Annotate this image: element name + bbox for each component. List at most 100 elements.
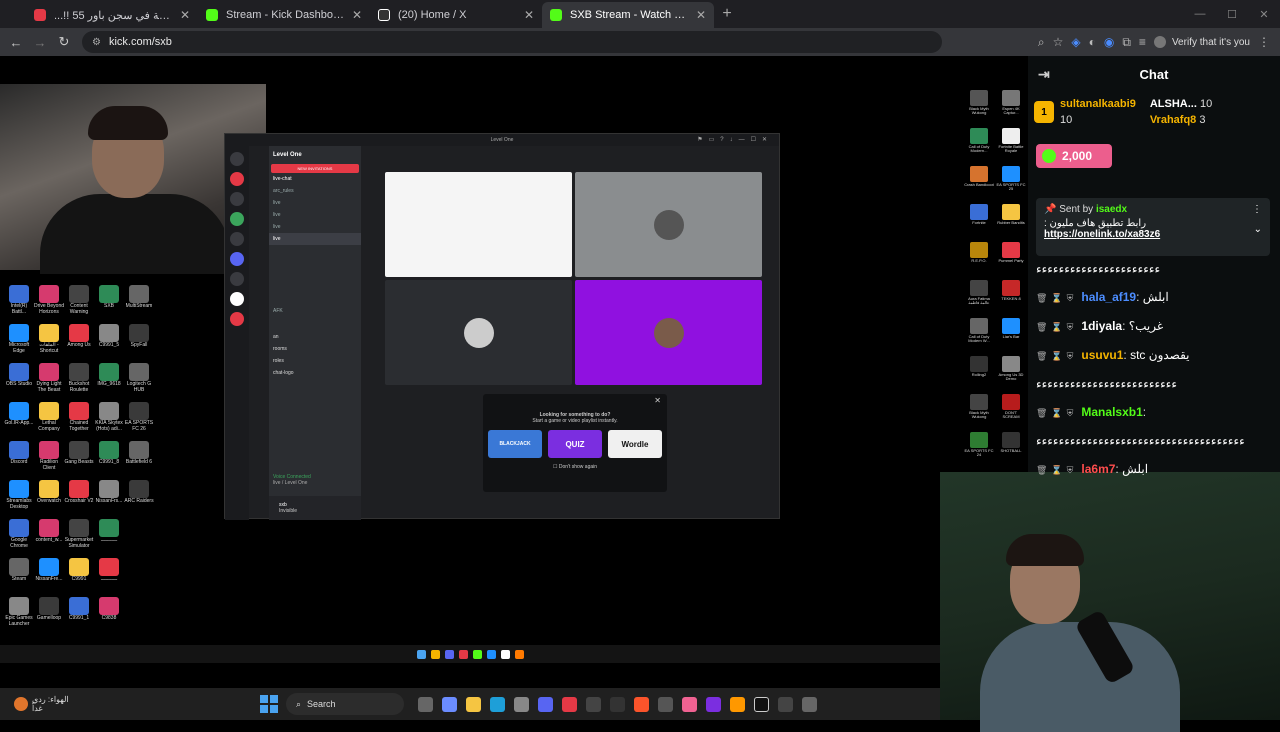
desktop-icon[interactable]: Logitech G HUB (124, 363, 154, 393)
extension-icon[interactable]: ◈ (1071, 35, 1080, 49)
tiktok-icon[interactable] (754, 696, 769, 712)
desktop-icon[interactable]: Espen 4K Captur... (996, 90, 1026, 116)
profile-button[interactable]: Verify that it's you (1153, 36, 1250, 48)
close-icon[interactable]: ✕ (1248, 0, 1280, 28)
maximize-icon[interactable]: ☐ (1216, 0, 1248, 28)
chat-message[interactable]: ءءءءءءءءءءءءءءءءءءءءءءءءءءءءءءءءءءءءء (1036, 434, 1274, 448)
chat-username[interactable]: 1diyala (1081, 319, 1122, 333)
site-info-icon[interactable]: ⚙ (92, 37, 101, 48)
gifter[interactable]: Vrahafq8 3 (1150, 112, 1212, 128)
app-icon[interactable] (486, 649, 496, 659)
channel-item[interactable]: roles (269, 355, 361, 367)
extension-icon[interactable]: ◉ (1104, 35, 1114, 49)
desktop-icon[interactable]: Among Us (64, 324, 94, 349)
server-icon[interactable] (230, 172, 244, 186)
pinned-message[interactable]: 📌 Sent by isaedx رابط تطبيق هاف مليون : … (1036, 198, 1270, 256)
desktop-icon[interactable]: Fortnite (964, 204, 994, 225)
desktop-icon[interactable]: OBS Studio (4, 363, 34, 388)
desktop-icon[interactable]: Dying Light The Beast (34, 363, 64, 393)
reload-icon[interactable]: ↻ (52, 34, 76, 50)
channel-item[interactable]: arc_rules (269, 185, 361, 197)
app-icon[interactable] (444, 649, 454, 659)
close-tab-icon[interactable]: ✕ (696, 8, 706, 22)
copilot-icon[interactable] (442, 696, 457, 712)
channel-item[interactable]: chat-logo (269, 367, 361, 379)
close-tab-icon[interactable]: ✕ (180, 8, 190, 22)
close-tab-icon[interactable]: ✕ (352, 8, 362, 22)
desktop-icon[interactable]: ـــــــــــ (94, 558, 124, 583)
chat-username[interactable]: Manalsxb1 (1081, 405, 1142, 419)
game-card[interactable]: BLACKJACK (488, 430, 542, 458)
windows-start-icon[interactable] (260, 695, 278, 713)
new-invitations-button[interactable]: NEW INVITATIONS (271, 164, 359, 173)
server-icon[interactable] (230, 252, 244, 266)
mod-tools-icon[interactable]: 🗑⌛⛨ (1036, 408, 1077, 418)
file-explorer-icon[interactable] (466, 696, 481, 712)
pinned-link[interactable]: https://onelink.to/xa83z6 (1044, 229, 1262, 240)
chat-message[interactable]: 🗑⌛⛨ hala_af19: ابلش (1036, 290, 1274, 305)
desktop-icon[interactable]: Epic Games Launcher (4, 597, 34, 627)
app-icon[interactable] (682, 696, 697, 712)
desktop-icon[interactable]: Black Myth Wukong (964, 90, 994, 116)
desktop-icon[interactable]: Call of Duty Modern... (964, 128, 994, 154)
desktop-icon[interactable]: C9991_8 (94, 441, 124, 466)
chat-message[interactable]: ءءءءءءءءءءءءءءءءءءءءءء (1036, 262, 1274, 276)
desktop-icon[interactable]: Gol.IR-App... (4, 402, 34, 427)
channel-item[interactable]: an (269, 331, 361, 343)
desktop-icon[interactable]: Rubber Bandits (996, 204, 1026, 225)
forward-icon[interactable]: → (28, 35, 52, 50)
chat-username[interactable]: usuvu1 (1081, 348, 1123, 362)
desktop-icon[interactable]: Radilion Client (34, 441, 64, 471)
game-card[interactable]: Wordle (608, 430, 662, 458)
app-icon[interactable] (416, 649, 426, 659)
desktop-icon[interactable]: Content Warning (64, 285, 94, 315)
desktop-icon[interactable]: C9991_1 (64, 597, 94, 622)
obs-icon[interactable] (586, 696, 601, 712)
desktop-icon[interactable]: Google Chrome (4, 519, 34, 549)
desktop-icon[interactable]: Discord (4, 441, 34, 466)
desktop-icon[interactable]: EA SPORTS FC 26 (124, 402, 154, 432)
collapse-chat-icon[interactable]: ⇥ (1038, 66, 1050, 83)
bookmark-star-icon[interactable]: ☆ (1053, 35, 1064, 49)
channel-item[interactable]: rooms (269, 343, 361, 355)
menu-icon[interactable]: ⋮ (1258, 35, 1270, 49)
desktop-icon[interactable]: Battlefield 6 (124, 441, 154, 466)
video-tile[interactable] (575, 280, 762, 385)
server-icon[interactable] (230, 192, 244, 206)
store-icon[interactable] (514, 696, 529, 712)
browser-tab-active[interactable]: SXB Stream - Watch Live on Kick ✕ (542, 2, 714, 28)
more-icon[interactable]: ⋮ (1252, 204, 1262, 215)
app-icon[interactable] (514, 649, 524, 659)
desktop-icon[interactable]: Chained Together (64, 402, 94, 432)
desktop-icon[interactable]: Aura Fatima عالمة فاطمة (964, 280, 994, 306)
desktop-icon[interactable]: DON'T SCREAM (996, 394, 1026, 420)
chat-username[interactable]: la6m7 (1081, 462, 1115, 476)
gifter[interactable]: sultanalkaabi9 10 (1060, 96, 1136, 128)
desktop-icon[interactable]: Intel(R) Battl... (4, 285, 34, 315)
desktop-icon[interactable]: NissanFrs... (94, 480, 124, 505)
extension-icon[interactable]: ◐ (1089, 35, 1096, 49)
kicks-button[interactable]: 2,000 (1036, 144, 1112, 168)
chat-message[interactable]: 🗑⌛⛨ la6m7: ابلش (1036, 462, 1274, 477)
brave-icon[interactable] (634, 696, 649, 712)
desktop-icon[interactable]: SHOTBALL (996, 432, 1026, 453)
channel-item[interactable]: live (269, 209, 361, 221)
browser-tab[interactable]: (20) Home / X ✕ (370, 2, 542, 28)
desktop-icon[interactable]: Lethal Company (34, 402, 64, 432)
server-name[interactable]: Level One (269, 146, 361, 164)
desktop-icon[interactable]: NissanFre... (34, 558, 64, 583)
app-icon[interactable] (500, 649, 510, 659)
desktop-icon[interactable]: content_w... (34, 519, 64, 544)
chat-username[interactable]: hala_af19 (1081, 290, 1136, 304)
desktop-icon[interactable]: Buckshot Roulette (64, 363, 94, 393)
zoom-icon[interactable]: ⌕ (1038, 35, 1045, 50)
app-icon[interactable] (706, 696, 721, 712)
mod-tools-icon[interactable]: 🗑⌛⛨ (1036, 322, 1077, 332)
server-icon[interactable] (230, 212, 244, 226)
task-view-icon[interactable] (418, 696, 433, 712)
server-icon[interactable] (230, 152, 244, 166)
desktop-icon[interactable]: Drive Beyond Horizons (34, 285, 64, 315)
dont-show-checkbox[interactable]: ☐ Don't show again (483, 464, 667, 470)
app-icon[interactable] (778, 696, 793, 712)
desktop-icon[interactable]: KKIA Skytex (Hots) adi... (94, 402, 124, 432)
